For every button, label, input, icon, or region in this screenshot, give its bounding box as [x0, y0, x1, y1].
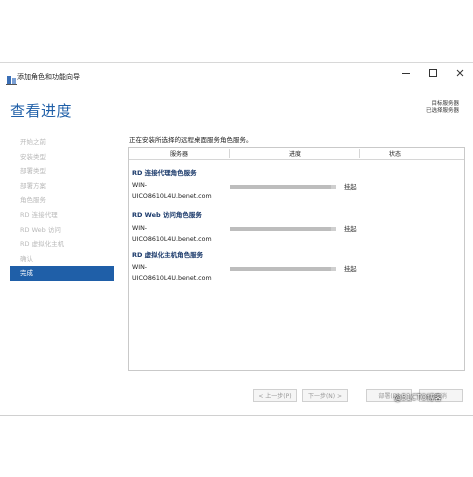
- server-name-line2: UICO8610L4U.benet.com: [132, 275, 212, 282]
- title-bar: 添加角色和功能向导: [0, 63, 473, 89]
- progress-fill: [230, 267, 331, 271]
- next-button[interactable]: 下一步(N) >: [302, 389, 348, 402]
- nav-item-role-services[interactable]: 角色服务: [10, 193, 114, 208]
- watermark-text: @51CTO博客: [394, 393, 442, 402]
- nav-item-deployment-scenario[interactable]: 部署方案: [10, 179, 114, 194]
- nav-item-rd-web[interactable]: RD Web 访问: [10, 223, 114, 238]
- status-text: 挂起: [344, 266, 357, 273]
- column-header-server: 服务器: [169, 151, 188, 158]
- server-name: WIN- UICO8610L4U.benet.com: [132, 180, 232, 202]
- close-icon[interactable]: [448, 67, 472, 85]
- group-title-rd-web: RD Web 访问角色服务: [132, 211, 202, 219]
- progress-bar: [230, 267, 336, 271]
- progress-bar: [230, 227, 336, 231]
- status-text: 挂起: [344, 184, 357, 191]
- server-name-line2: UICO8610L4U.benet.com: [132, 236, 212, 243]
- column-header-progress: 进度: [229, 149, 360, 158]
- status-text: 挂起: [344, 226, 357, 233]
- page-title: 查看进度: [10, 102, 73, 120]
- window-title: 添加角色和功能向导: [17, 73, 80, 81]
- server-name-line2: UICO8610L4U.benet.com: [132, 193, 212, 200]
- progress-table: 服务器 进度 状态 RD 连接代理角色服务 WIN- UICO8610L4U.b…: [128, 147, 465, 371]
- server-name: WIN- UICO8610L4U.benet.com: [132, 223, 232, 245]
- nav-item-install-type[interactable]: 安装类型: [10, 150, 114, 165]
- group-title-rd-broker: RD 连接代理角色服务: [132, 169, 197, 177]
- nav-item-rd-broker[interactable]: RD 连接代理: [10, 208, 114, 223]
- intro-text: 正在安装所选择的远程桌面服务角色服务。: [129, 136, 253, 144]
- table-header: 服务器 进度 状态: [129, 148, 464, 160]
- nav-item-deployment-type[interactable]: 部署类型: [10, 164, 114, 179]
- progress-bar: [230, 185, 336, 189]
- nav-item-complete[interactable]: 完成: [10, 266, 114, 281]
- progress-fill: [230, 185, 331, 189]
- target-server-info: 目标服务器 已选择服务器: [426, 101, 459, 115]
- previous-button[interactable]: < 上一步(P): [253, 389, 297, 402]
- wizard-nav: 开始之前 安装类型 部署类型 部署方案 角色服务 RD 连接代理 RD Web …: [10, 135, 114, 281]
- maximize-icon[interactable]: [421, 67, 445, 85]
- server-name-line1: WIN-: [132, 182, 148, 189]
- server-name-line1: WIN-: [132, 264, 148, 271]
- server-name-line1: WIN-: [132, 225, 148, 232]
- group-title-rd-virtualization: RD 虚拟化主机角色服务: [132, 251, 204, 259]
- target-server-value: 已选择服务器: [425, 108, 459, 114]
- column-header-status: 状态: [359, 149, 430, 158]
- nav-item-before-you-begin[interactable]: 开始之前: [10, 135, 114, 150]
- server-name: WIN- UICO8610L4U.benet.com: [132, 262, 232, 284]
- target-server-label: 目标服务器: [431, 101, 459, 107]
- progress-fill: [230, 227, 331, 231]
- nav-item-confirmation[interactable]: 确认: [10, 252, 114, 267]
- minimize-icon[interactable]: [394, 67, 418, 85]
- nav-item-rd-virtualization[interactable]: RD 虚拟化主机: [10, 237, 114, 252]
